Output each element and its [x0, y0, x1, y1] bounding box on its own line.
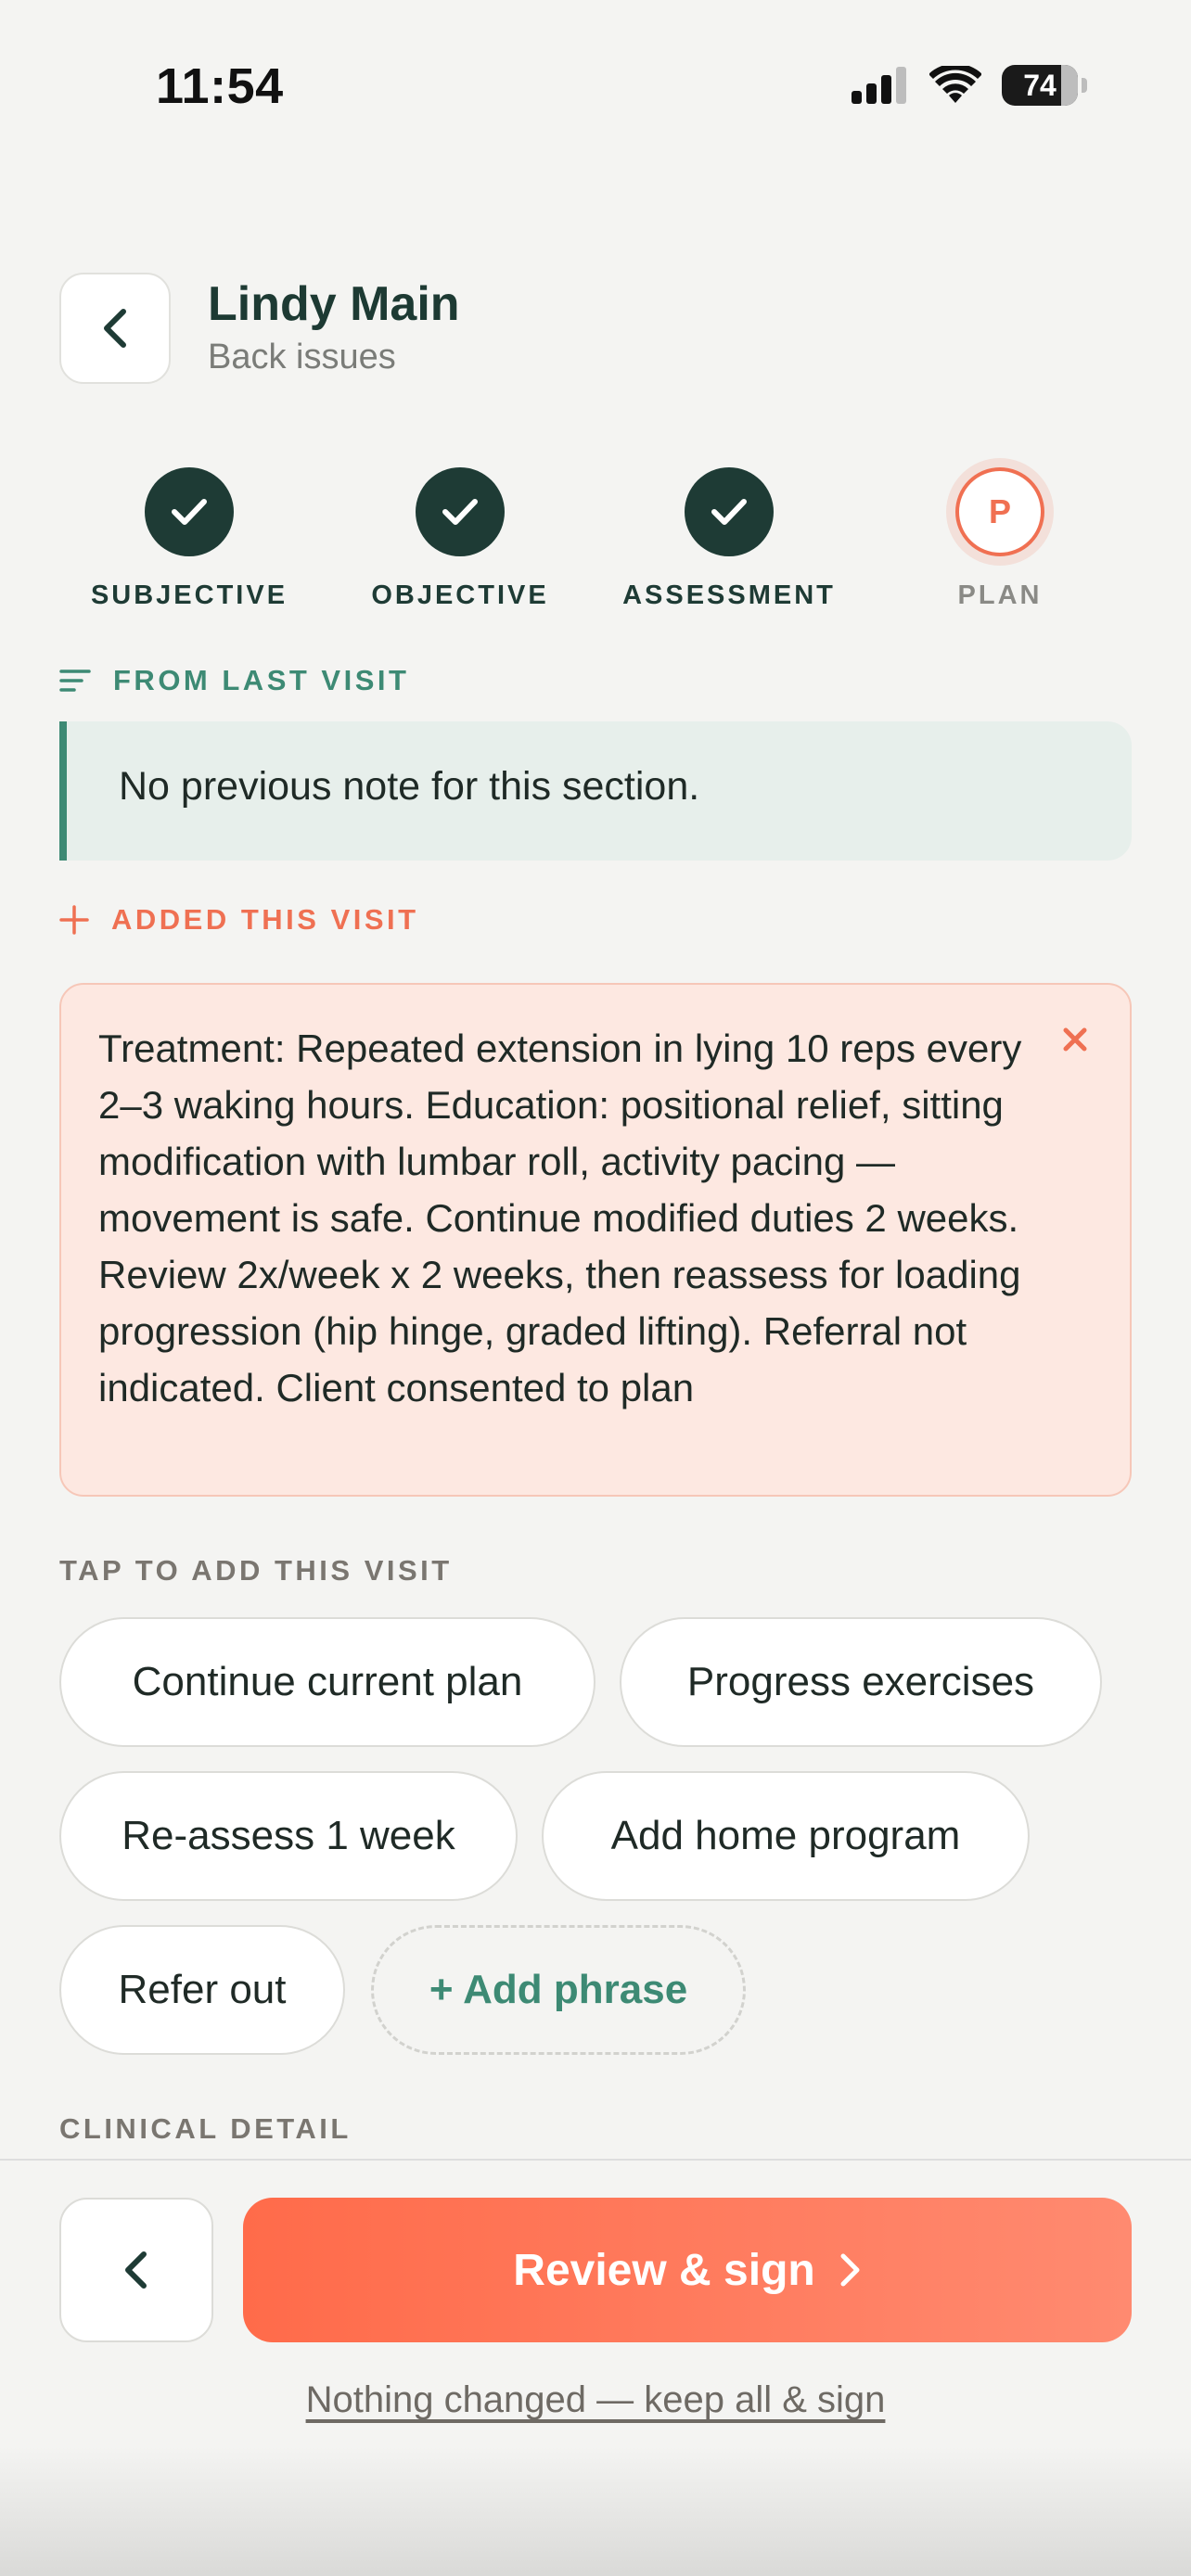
from-last-visit-header: FROM LAST VISIT	[59, 664, 409, 697]
chip-refer-out[interactable]: Refer out	[59, 1925, 345, 2055]
back-button[interactable]	[59, 273, 171, 384]
chip-progress-exercises[interactable]: Progress exercises	[620, 1617, 1102, 1747]
plus-icon	[59, 905, 89, 935]
footer-divider	[0, 2159, 1191, 2161]
previous-note-box: No previous note for this section.	[59, 721, 1132, 861]
status-time: 11:54	[156, 58, 284, 114]
step-active-badge: P	[955, 467, 1044, 556]
clinical-detail-header: CLINICAL DETAIL	[59, 2112, 352, 2146]
review-and-sign-label: Review & sign	[513, 2245, 815, 2295]
step-label: ASSESSMENT	[622, 580, 836, 610]
battery-level: 74	[1023, 68, 1057, 102]
battery-tip	[1082, 78, 1087, 93]
chip-add-home-program[interactable]: Add home program	[542, 1771, 1030, 1901]
step-done-badge	[685, 467, 774, 556]
step-subjective[interactable]: SUBJECTIVE	[69, 467, 310, 611]
check-icon	[442, 499, 478, 525]
bottom-shade	[0, 2446, 1191, 2576]
add-phrase-button[interactable]: + Add phrase	[371, 1925, 746, 2055]
chip-reassess-1-week[interactable]: Re-assess 1 week	[59, 1771, 518, 1901]
step-label: PLAN	[957, 580, 1043, 610]
remove-note-icon[interactable]	[1061, 1026, 1089, 1053]
step-label: OBJECTIVE	[371, 580, 549, 610]
screen: 11:54 74 Lindy Main Back issues SUBJECTI…	[0, 0, 1191, 2576]
step-objective[interactable]: OBJECTIVE	[339, 467, 581, 611]
status-icons: 74	[852, 65, 1087, 106]
battery-icon: 74	[1002, 65, 1078, 106]
chevron-left-icon	[125, 2251, 147, 2289]
step-assessment[interactable]: ASSESSMENT	[608, 467, 850, 611]
step-done-badge	[416, 467, 505, 556]
chip-continue-current-plan[interactable]: Continue current plan	[59, 1617, 596, 1747]
added-this-visit-label: ADDED THIS VISIT	[111, 903, 419, 936]
lines-icon	[59, 670, 91, 692]
patient-name: Lindy Main	[208, 277, 460, 331]
chevron-left-icon	[104, 309, 126, 348]
tap-to-add-label: TAP TO ADD THIS VISIT	[59, 1554, 453, 1587]
added-note-card[interactable]: Treatment: Repeated extension in lying 1…	[59, 983, 1132, 1497]
signal-icon	[852, 67, 906, 104]
previous-step-button[interactable]	[59, 2198, 213, 2342]
clinical-detail-label: CLINICAL DETAIL	[59, 2112, 352, 2145]
from-last-visit-label: FROM LAST VISIT	[113, 664, 410, 696]
step-plan[interactable]: P PLAN	[879, 467, 1121, 611]
added-note-text: Treatment: Repeated extension in lying 1…	[98, 1027, 1022, 1409]
check-icon	[711, 499, 747, 525]
keep-all-and-sign-link[interactable]: Nothing changed — keep all & sign	[0, 2379, 1191, 2421]
wifi-icon	[929, 66, 981, 103]
added-this-visit-header: ADDED THIS VISIT	[59, 903, 419, 937]
tap-to-add-header: TAP TO ADD THIS VISIT	[59, 1554, 453, 1588]
review-and-sign-button[interactable]: Review & sign	[243, 2198, 1132, 2342]
chevron-right-icon	[840, 2253, 860, 2287]
patient-condition: Back issues	[208, 338, 396, 376]
previous-note-text: No previous note for this section.	[119, 764, 700, 809]
check-icon	[172, 499, 207, 525]
step-label: SUBJECTIVE	[90, 580, 288, 610]
step-done-badge	[145, 467, 234, 556]
